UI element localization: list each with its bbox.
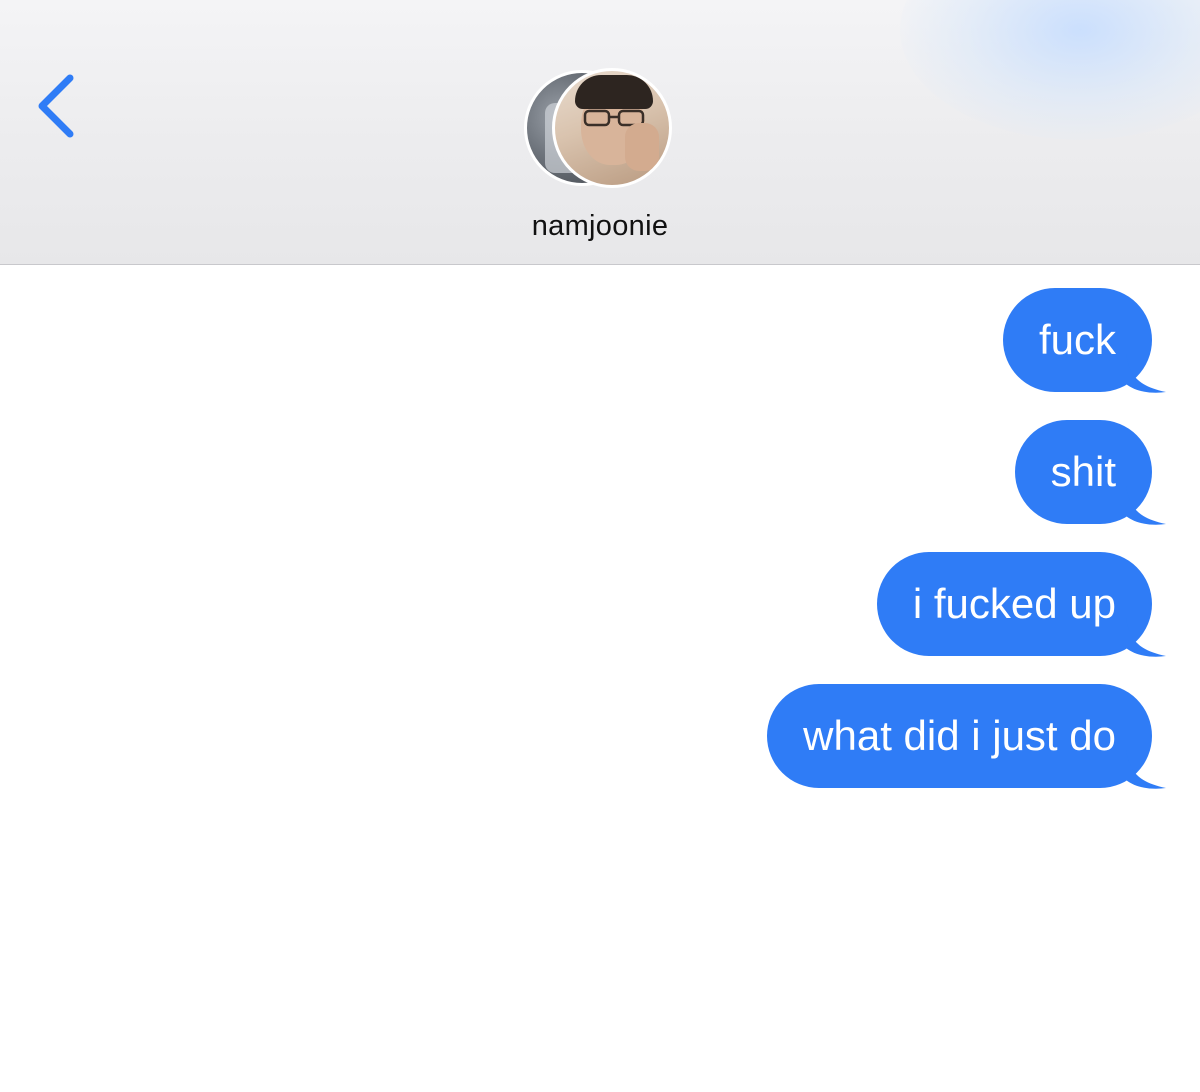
bubble-tail [1126,486,1166,525]
bubble-tail [1126,750,1166,789]
contact-avatar-group[interactable] [524,68,676,190]
message-row: what did i just do [767,684,1166,789]
message-row: fuck [1002,288,1166,393]
back-button[interactable] [28,68,88,144]
message-text: what did i just do [803,712,1116,759]
header-glow [900,0,1200,140]
message-text: fuck [1038,316,1116,363]
contact-name[interactable]: namjoonie [0,210,1200,243]
message-row: shit [1014,420,1166,525]
message-text: shit [1050,448,1116,495]
message-bubble-sent[interactable]: what did i just do [767,684,1166,789]
message-thread: fuck shit i fucked up what did i just do [0,266,1200,1092]
message-text: i fucked up [912,580,1116,627]
message-row: i fucked up [876,552,1166,657]
avatar [552,68,672,188]
message-bubble-sent[interactable]: shit [1014,420,1166,525]
message-bubble-sent[interactable]: fuck [1002,288,1166,393]
bubble-tail [1126,618,1166,657]
message-bubble-sent[interactable]: i fucked up [876,552,1166,657]
bubble-tail [1126,354,1166,393]
chevron-left-icon [38,74,74,138]
conversation-header: namjoonie [0,0,1200,265]
